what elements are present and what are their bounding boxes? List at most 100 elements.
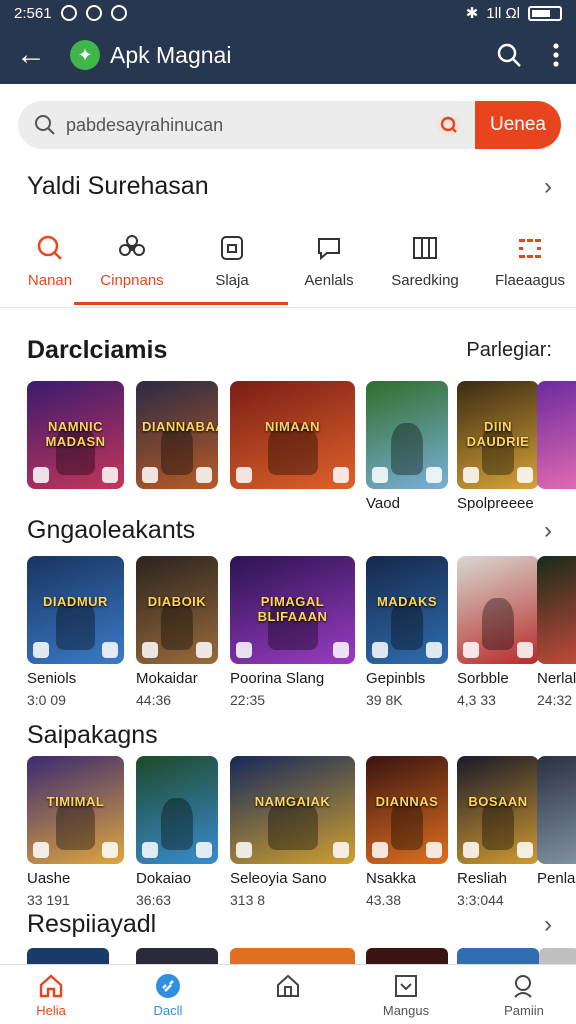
notification-icon — [60, 5, 77, 21]
section-header[interactable]: Yaldi Surehasan › — [27, 172, 552, 201]
section-header: Darclciamis Parlegiar: — [27, 336, 552, 365]
game-title[interactable]: Penla — [537, 870, 575, 887]
tab-category-5[interactable]: Flaeaagus — [482, 234, 576, 289]
do-not-disturb-icon — [110, 5, 127, 21]
game-tile-peek[interactable] — [539, 948, 576, 964]
nav-home[interactable]: Helia — [3, 973, 99, 1018]
section-header[interactable]: Respiiayadl › — [27, 910, 552, 939]
tab-category-1[interactable]: Cinpnans — [84, 234, 180, 289]
game-tile-peek[interactable] — [230, 948, 355, 964]
house-outline-icon — [277, 974, 299, 997]
app-tile-icon — [221, 236, 243, 260]
game-character — [390, 423, 424, 475]
game-logo-text: NIMAAN — [265, 419, 320, 434]
game-tile[interactable] — [136, 756, 218, 864]
home-icon — [39, 974, 63, 998]
game-tile[interactable]: TIMIMAL — [27, 756, 124, 864]
chevron-right-icon[interactable]: › — [544, 517, 552, 545]
rating-badge-icon — [196, 642, 212, 658]
rating-badge-icon — [102, 642, 118, 658]
game-title[interactable]: Gepinbls — [366, 670, 425, 687]
search-icon[interactable] — [496, 42, 522, 68]
chevron-right-icon[interactable]: › — [544, 911, 552, 939]
rating-badge-icon — [426, 467, 442, 483]
section-header[interactable]: Gngaoleakants › — [27, 516, 552, 545]
search-button[interactable]: Uenea — [475, 101, 561, 149]
game-tile[interactable]: PIMAGAL BLIFAAAN — [230, 556, 355, 664]
game-logo-text: BOSAAN — [468, 794, 528, 809]
game-title[interactable]: Seleoyia Sano — [230, 870, 327, 887]
game-tile[interactable]: DIABOIK — [136, 556, 218, 664]
game-title[interactable]: Seniols — [27, 670, 76, 687]
game-tile-peek[interactable] — [537, 381, 576, 489]
section-title: Saipakagns — [27, 721, 158, 749]
rating-badge-icon — [426, 642, 442, 658]
game-logo-text: PIMAGAL BLIFAAAN — [257, 594, 328, 624]
game-tile[interactable]: NIMAAN — [230, 381, 355, 489]
game-tile-peek[interactable] — [27, 948, 109, 964]
game-title[interactable]: Poorina Slang — [230, 670, 324, 687]
game-title[interactable]: Uashe — [27, 870, 70, 887]
game-tile[interactable]: DIADMUR — [27, 556, 124, 664]
status-bar: 2:561 ✱ 1ll Ωl — [0, 0, 576, 26]
nav-inbox[interactable]: Mangus — [358, 973, 454, 1018]
tab-category-2[interactable]: Slaja — [184, 234, 280, 289]
app-bar: ← ✦ Apk Magnai — [0, 26, 576, 84]
game-meta: 44:36 — [136, 692, 172, 708]
store-badge-icon — [236, 642, 252, 658]
store-badge-icon — [372, 842, 388, 858]
nav-link[interactable]: Dacll — [120, 973, 216, 1018]
game-tile-peek[interactable] — [537, 556, 576, 664]
tab-category-4[interactable]: Saredking — [377, 234, 473, 289]
game-artwork — [537, 756, 576, 864]
network-text: 1ll Ωl — [486, 4, 520, 22]
game-tile[interactable]: MADAKS — [366, 556, 448, 664]
game-title[interactable]: Sorbble — [457, 670, 509, 687]
app-logo-icon: ✦ — [70, 40, 100, 70]
section-title: Yaldi Surehasan — [27, 172, 209, 200]
tab-category-3[interactable]: Aenlals — [281, 234, 377, 289]
game-tile-peek[interactable] — [136, 948, 218, 964]
game-meta: 3:0 09 — [27, 692, 66, 708]
game-meta: 24:32 — [537, 692, 573, 708]
chevron-right-icon[interactable]: › — [544, 173, 552, 201]
game-meta: 33 191 — [27, 892, 70, 908]
back-arrow-icon[interactable]: ← — [16, 38, 56, 72]
game-tile[interactable] — [366, 381, 448, 489]
store-badge-icon — [236, 842, 252, 858]
rating-badge-icon — [333, 467, 349, 483]
bottom-navigation: Helia Dacll Mangus Pamiin — [0, 964, 576, 1024]
game-character — [481, 598, 515, 650]
game-tile[interactable]: BOSAAN — [457, 756, 539, 864]
grid-dots-icon — [519, 239, 541, 258]
game-tile[interactable]: DIANNABAANOU — [136, 381, 218, 489]
game-title[interactable]: Spolpreeee — [457, 495, 534, 512]
nav-profile[interactable]: Pamiin — [476, 973, 572, 1018]
game-title[interactable]: Vaod — [366, 495, 400, 512]
game-tile-peek[interactable] — [537, 756, 576, 864]
search-input[interactable] — [66, 114, 406, 136]
person-search-icon — [514, 975, 532, 998]
game-tile[interactable]: NAMGAIAK — [230, 756, 355, 864]
voice-search-icon[interactable] — [437, 113, 461, 137]
game-tile[interactable]: NAMNIC MADASN — [27, 381, 124, 489]
section-aside[interactable]: Parlegiar: — [466, 339, 552, 362]
game-title[interactable]: Resliah — [457, 870, 507, 887]
rating-badge-icon — [517, 842, 533, 858]
game-title[interactable]: Nsakka — [366, 870, 416, 887]
game-title[interactable]: Nerlal — [537, 670, 576, 687]
game-tile[interactable]: DIANNAS — [366, 756, 448, 864]
nav-house[interactable] — [240, 973, 336, 1003]
game-title[interactable]: Dokaiao — [136, 870, 191, 887]
game-character — [160, 798, 194, 850]
game-title[interactable]: Mokaidar — [136, 670, 198, 687]
game-tile-peek[interactable] — [457, 948, 539, 964]
game-tile-peek[interactable] — [366, 948, 448, 964]
rating-badge-icon — [102, 842, 118, 858]
search-bar: Uenea — [18, 101, 561, 149]
game-tile[interactable]: DIIN DAUDRIE — [457, 381, 539, 489]
game-tile[interactable] — [457, 556, 539, 664]
more-vert-icon[interactable] — [552, 42, 560, 68]
store-badge-icon — [372, 467, 388, 483]
rating-badge-icon — [517, 642, 533, 658]
